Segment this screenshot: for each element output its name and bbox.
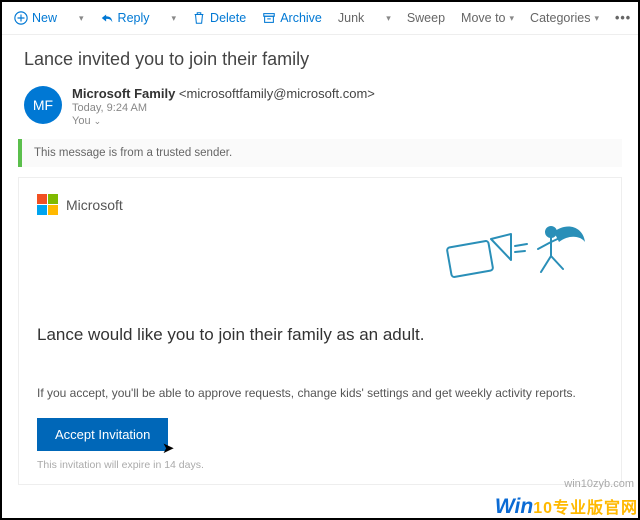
delete-label: Delete xyxy=(210,11,246,25)
junk-chevron[interactable]: ▾ xyxy=(380,10,397,27)
new-label: New xyxy=(32,11,57,25)
reply-label: Reply xyxy=(118,11,150,25)
microsoft-logo-icon xyxy=(37,194,58,215)
accept-label: Accept Invitation xyxy=(55,427,150,442)
email-subject: Lance invited you to join their family xyxy=(24,49,638,70)
archive-label: Archive xyxy=(280,11,322,25)
accept-invitation-button[interactable]: Accept Invitation ➤ xyxy=(37,418,168,451)
delete-button[interactable]: Delete xyxy=(186,8,252,28)
sender-datetime: Today, 9:24 AM xyxy=(72,102,375,114)
archive-icon xyxy=(262,11,276,25)
more-button[interactable]: ••• xyxy=(609,8,637,28)
cursor-icon: ➤ xyxy=(162,439,175,457)
microsoft-brand: Microsoft xyxy=(37,194,603,215)
email-body-card: Microsoft Lance would like you to join t… xyxy=(18,177,622,485)
sweep-button[interactable]: Sweep xyxy=(401,8,451,28)
chevron-down-icon: ▾ xyxy=(172,13,177,24)
more-icon: ••• xyxy=(615,11,631,25)
watermark-logo: Win10专业版官网 xyxy=(495,494,638,519)
watermark-prefix: Win xyxy=(495,495,533,518)
chevron-down-icon: ▾ xyxy=(79,13,84,24)
new-chevron[interactable]: ▾ xyxy=(73,10,90,27)
move-button[interactable]: Move to ▾ xyxy=(455,8,520,28)
categories-button[interactable]: Categories ▾ xyxy=(524,8,605,28)
plus-circle-icon xyxy=(14,11,28,25)
trash-icon xyxy=(192,11,206,25)
chevron-down-icon: ▾ xyxy=(510,13,515,24)
invitation-title: Lance would like you to join their famil… xyxy=(37,325,603,345)
microsoft-brand-text: Microsoft xyxy=(66,197,123,213)
chevron-down-icon: ▾ xyxy=(386,13,391,24)
invitation-body: If you accept, you'll be able to approve… xyxy=(37,385,603,402)
recipient-label: You xyxy=(72,115,91,127)
junk-button[interactable]: Junk xyxy=(332,8,370,28)
recipient-line[interactable]: You ⌄ xyxy=(72,115,375,127)
sender-name-line: Microsoft Family <microsoftfamily@micros… xyxy=(72,86,375,101)
sender-meta: Microsoft Family <microsoftfamily@micros… xyxy=(72,86,375,127)
junk-label: Junk xyxy=(338,11,364,25)
trusted-sender-banner: This message is from a trusted sender. xyxy=(18,139,622,167)
categories-label: Categories xyxy=(530,11,590,25)
archive-button[interactable]: Archive xyxy=(256,8,328,28)
watermark-suffix: 10专业版官网 xyxy=(533,500,638,517)
expiry-text: This invitation will expire in 14 days. xyxy=(37,459,603,471)
reply-button[interactable]: Reply xyxy=(94,8,156,28)
chevron-down-icon: ▾ xyxy=(595,13,600,24)
sweep-label: Sweep xyxy=(407,11,445,25)
reply-icon xyxy=(100,11,114,25)
email-toolbar: New ▾ Reply ▾ Delete Archive Junk ▾ Swee… xyxy=(2,2,638,35)
hero-illustration xyxy=(441,214,591,286)
new-button[interactable]: New xyxy=(8,8,63,28)
watermark-url: win10zyb.com xyxy=(564,478,634,490)
sender-name: Microsoft Family xyxy=(72,86,175,101)
move-label: Move to xyxy=(461,11,505,25)
reply-chevron[interactable]: ▾ xyxy=(166,10,183,27)
chevron-double-icon: ⌄ xyxy=(94,116,102,127)
sender-row: MF Microsoft Family <microsoftfamily@mic… xyxy=(24,86,638,127)
sender-avatar[interactable]: MF xyxy=(24,86,62,124)
sender-address: <microsoftfamily@microsoft.com> xyxy=(179,86,375,101)
